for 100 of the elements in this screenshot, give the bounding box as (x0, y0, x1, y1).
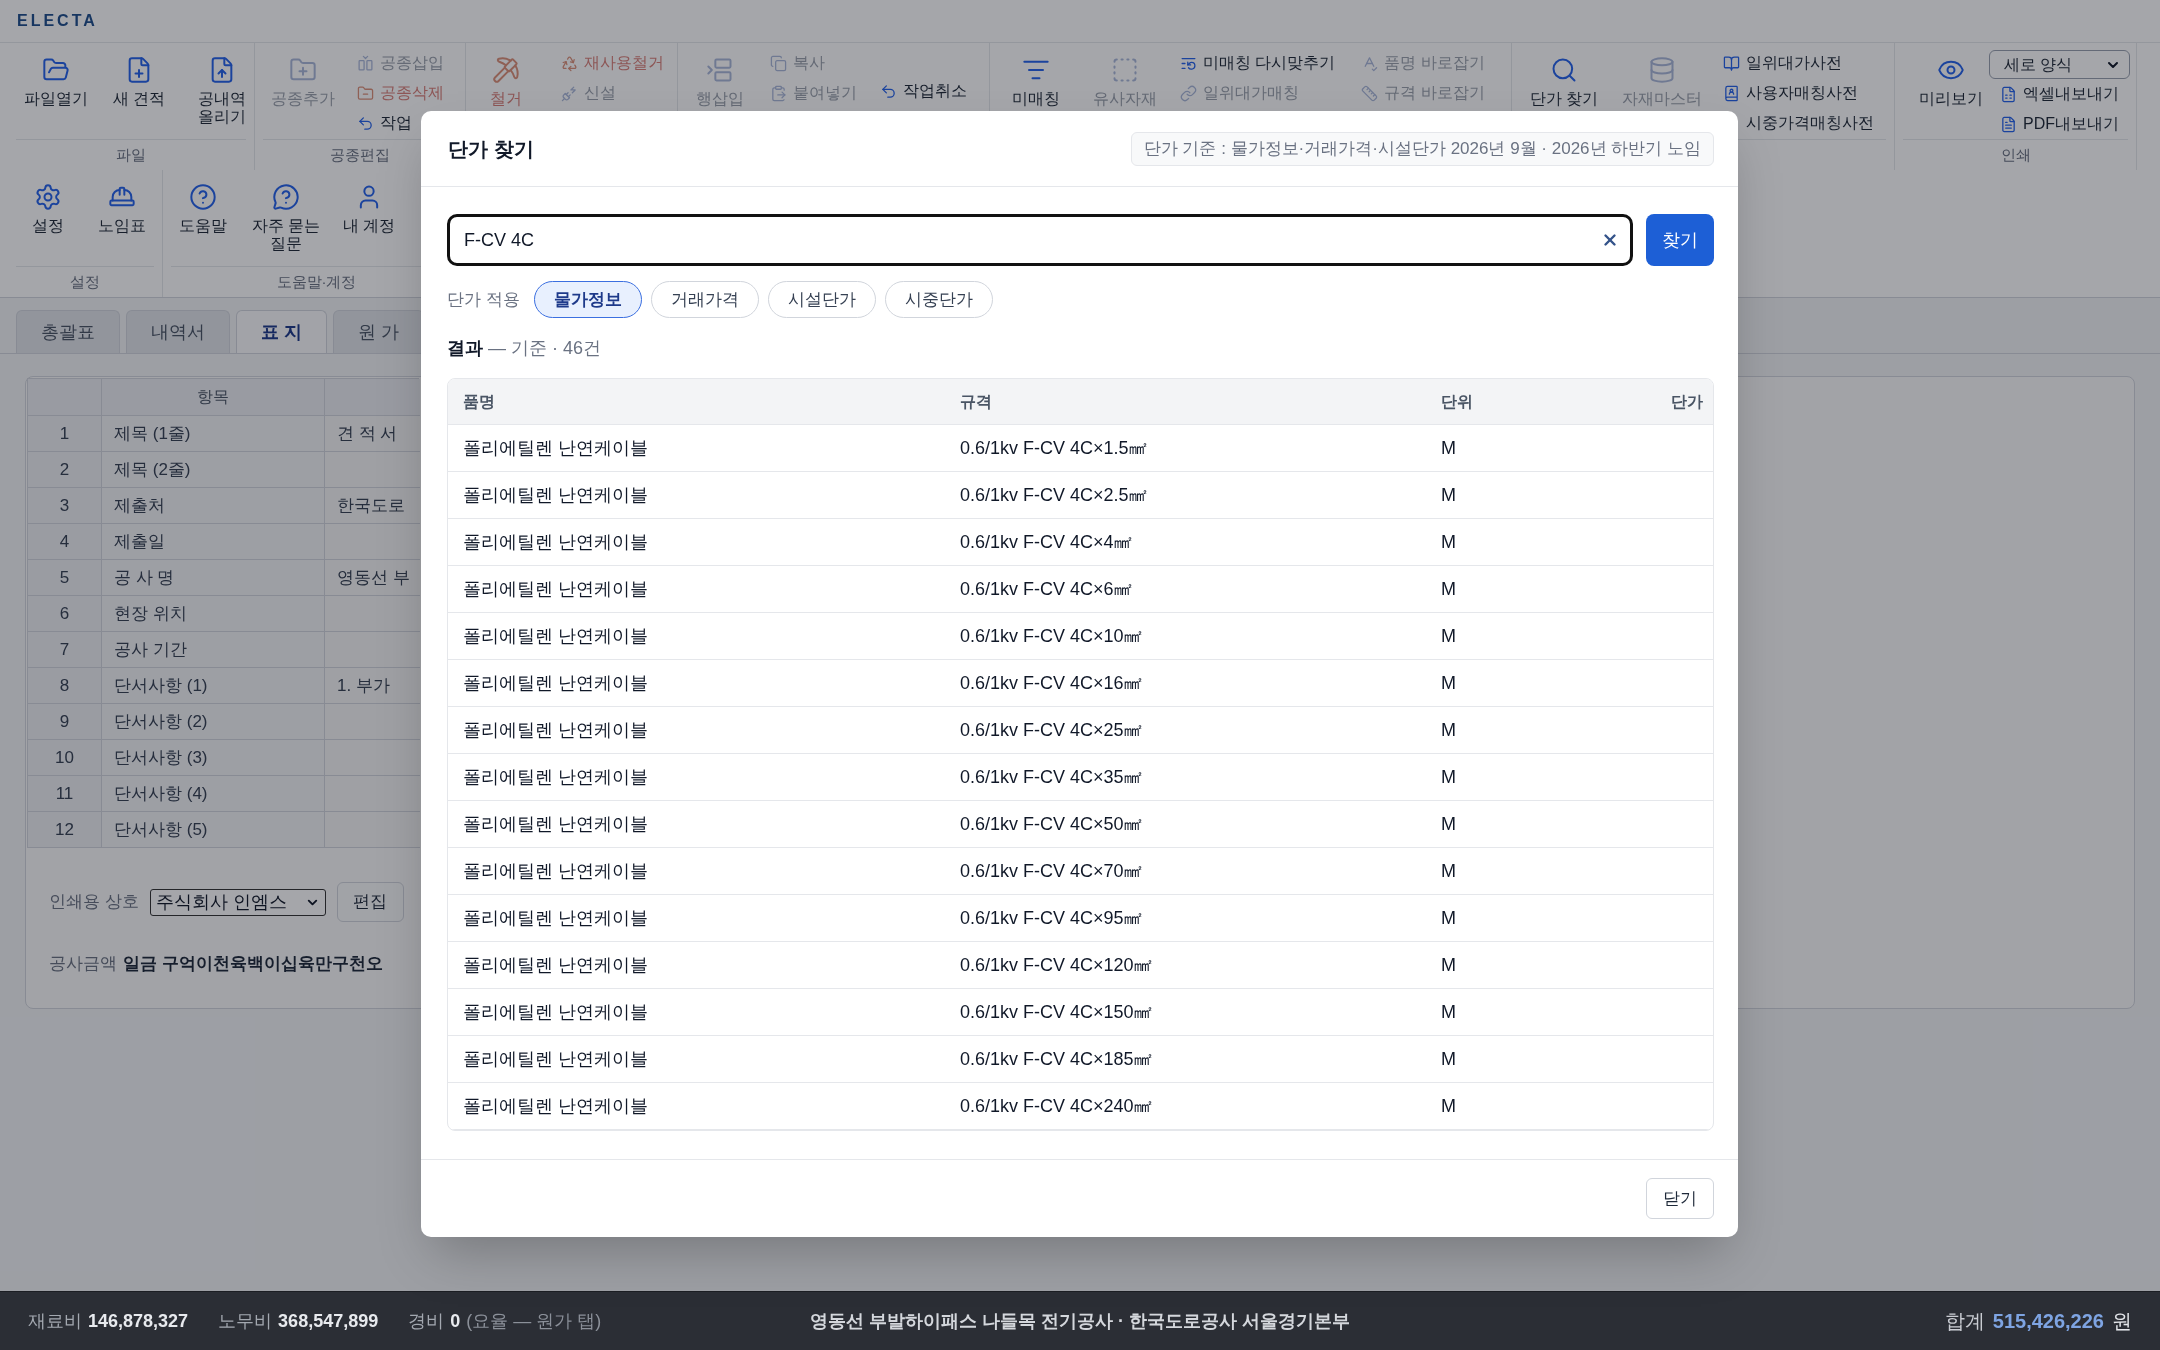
undo-icon (357, 114, 374, 132)
ribbon-button[interactable]: 공내역 올리기 (182, 43, 262, 126)
column-insert-icon (357, 54, 374, 72)
amount-value: 일금 구억이천육백이십육만구천오 (123, 953, 383, 975)
table-cell-text: 0.6/1kv F-CV 4C×1.5㎟ (959, 436, 1148, 460)
filter-chip[interactable]: 시중단가 (884, 281, 993, 318)
table-cell-text: 0.6/1kv F-CV 4C×240㎟ (959, 1094, 1153, 1118)
field-label: 인쇄용 상호 (49, 891, 139, 914)
row-number: 4 (28, 524, 102, 560)
question-bubble-icon (272, 183, 300, 211)
table-cell: 제출처 (102, 488, 325, 524)
ribbon-button[interactable]: 자주 묻는 질문 (246, 170, 326, 253)
table-cell: 제출일 (102, 524, 325, 560)
table-cell: 단서사항 (2) (102, 704, 325, 740)
table-cell-text: 폴리에틸렌 난연케이블 (462, 530, 649, 554)
row-number: 7 (28, 632, 102, 668)
cost-label: 경비 (408, 1309, 445, 1333)
ribbon-button[interactable]: 파일열기 (16, 43, 96, 108)
ribbon-button[interactable]: 노임표 (86, 170, 158, 235)
filter-chip[interactable]: 물가정보 (533, 281, 642, 318)
table-cell-text: M (1440, 483, 1457, 507)
ribbon-button[interactable]: 미매칭 다시맞추기 (1180, 48, 1336, 78)
row-number: 9 (28, 704, 102, 740)
ribbon-button[interactable]: 일위대가사전 (1723, 48, 1842, 78)
contact-book-icon (1723, 84, 1740, 102)
table-cell-text: M (1440, 624, 1457, 648)
ribbon-button[interactable]: 작업취소 (880, 76, 967, 106)
ribbon-button[interactable]: 내 계정 (329, 170, 409, 235)
table-cell-text: 폴리에틸렌 난연케이블 (462, 765, 649, 789)
search-button[interactable]: 찾기 (1646, 214, 1714, 266)
table-cell: 단서사항 (3) (102, 740, 325, 776)
group-label: 설정 (70, 271, 100, 292)
sheet-tab[interactable]: 표 지 (236, 310, 327, 353)
cost-label: 노무비 (218, 1309, 273, 1333)
ribbon-button[interactable]: 엑셀내보내기 (2000, 79, 2119, 109)
table-cell-text: 0.6/1kv F-CV 4C×95㎟ (959, 906, 1143, 930)
ribbon-button[interactable]: 새 견적 (99, 43, 179, 108)
column-header: 단위 (1440, 391, 1474, 412)
total-value: 515,426,226 (1992, 1309, 2104, 1334)
ribbon-button[interactable]: 미리보기 (1915, 43, 1987, 108)
table-cell-text: 0.6/1kv F-CV 4C×185㎟ (959, 1047, 1153, 1071)
table-cell: 공 사 명 (102, 560, 325, 596)
folder-minus-icon (357, 84, 374, 102)
edit-button[interactable]: 편집 (336, 882, 404, 922)
table-cell-text: M (1440, 577, 1457, 601)
app-logo: ELECTA (17, 11, 98, 31)
group-label: 공종편집 (330, 144, 390, 165)
table-cell-text: 폴리에틸렌 난연케이블 (462, 953, 649, 977)
table-cell-text: M (1440, 906, 1457, 930)
close-button[interactable]: 닫기 (1646, 1178, 1714, 1219)
close-icon (1601, 231, 1619, 249)
spreadsheet-icon (2000, 85, 2017, 103)
ribbon-button[interactable]: 시중가격매칭사전 (1746, 108, 1874, 138)
table-cell-text: 0.6/1kv F-CV 4C×2.5㎟ (959, 483, 1148, 507)
column-header: 품명 (462, 391, 496, 412)
search-icon (1550, 56, 1578, 84)
ribbon-button[interactable]: 사용자매칭사전 (1723, 78, 1858, 108)
book-icon (1723, 54, 1740, 72)
cost-note: (요율 — 원가 탭) (466, 1309, 602, 1333)
price-basis-note: 단가 기준 : 물가정보·거래가격·시설단가 2026년 9월 · 2026년 하반기 노임 (1130, 131, 1714, 166)
ribbon-button[interactable]: 미매칭 (996, 43, 1076, 108)
link-icon (1180, 84, 1197, 102)
table-cell-text: 0.6/1kv F-CV 4C×35㎟ (959, 765, 1143, 789)
table-cell-text: 0.6/1kv F-CV 4C×120㎟ (959, 953, 1153, 977)
cost-value: 0 (450, 1309, 461, 1333)
table-cell-text: M (1440, 718, 1457, 742)
ribbon-button[interactable]: 설정 (12, 170, 84, 235)
table-cell: 제목 (1줄) (102, 416, 325, 452)
row-number: 10 (28, 740, 102, 776)
row-number: 1 (28, 416, 102, 452)
group-label: 파일 (116, 144, 146, 165)
document-icon (2000, 115, 2017, 133)
row-insert-icon (706, 56, 734, 84)
sheet-tab[interactable]: 총괄표 (16, 310, 120, 353)
format-select[interactable]: 세로 양식 (1989, 50, 2130, 79)
dialog-title: 단가 찾기 (448, 136, 534, 162)
total-label: 합계 (1944, 1309, 1985, 1334)
row-number: 2 (28, 452, 102, 488)
row-number: 8 (28, 668, 102, 704)
settings-icon (34, 183, 62, 211)
recycle-icon (561, 54, 578, 72)
table-header-cell: 항목 (102, 379, 325, 416)
table-cell-text: 0.6/1kv F-CV 4C×10㎟ (959, 624, 1143, 648)
company-select[interactable]: 주식회사 인엠스 (149, 888, 326, 916)
ribbon-button[interactable]: 작업 (357, 108, 412, 138)
row-number: 11 (28, 776, 102, 812)
ribbon-button[interactable]: PDF내보내기 (2000, 109, 2119, 139)
row-number: 3 (28, 488, 102, 524)
table-cell-text: 폴리에틸렌 난연케이블 (462, 812, 649, 836)
ribbon-button[interactable]: 단가 찾기 (1524, 43, 1604, 108)
table-cell-text: M (1440, 1094, 1457, 1118)
undo-icon (880, 82, 897, 100)
table-cell-text: 폴리에틸렌 난연케이블 (462, 483, 649, 507)
project-title: 영동선 부발하이패스 나들목 전기공사 · 한국도로공사 서울경기본부 (810, 1309, 1350, 1333)
filter-chip[interactable]: 시설단가 (767, 281, 876, 318)
row-number: 12 (28, 812, 102, 848)
filter-chip[interactable]: 거래가격 (650, 281, 759, 318)
sheet-tab[interactable]: 내역서 (126, 310, 230, 353)
ribbon-button[interactable]: 도움말 (163, 170, 243, 235)
search-field[interactable]: F-CV 4C (447, 214, 1633, 266)
